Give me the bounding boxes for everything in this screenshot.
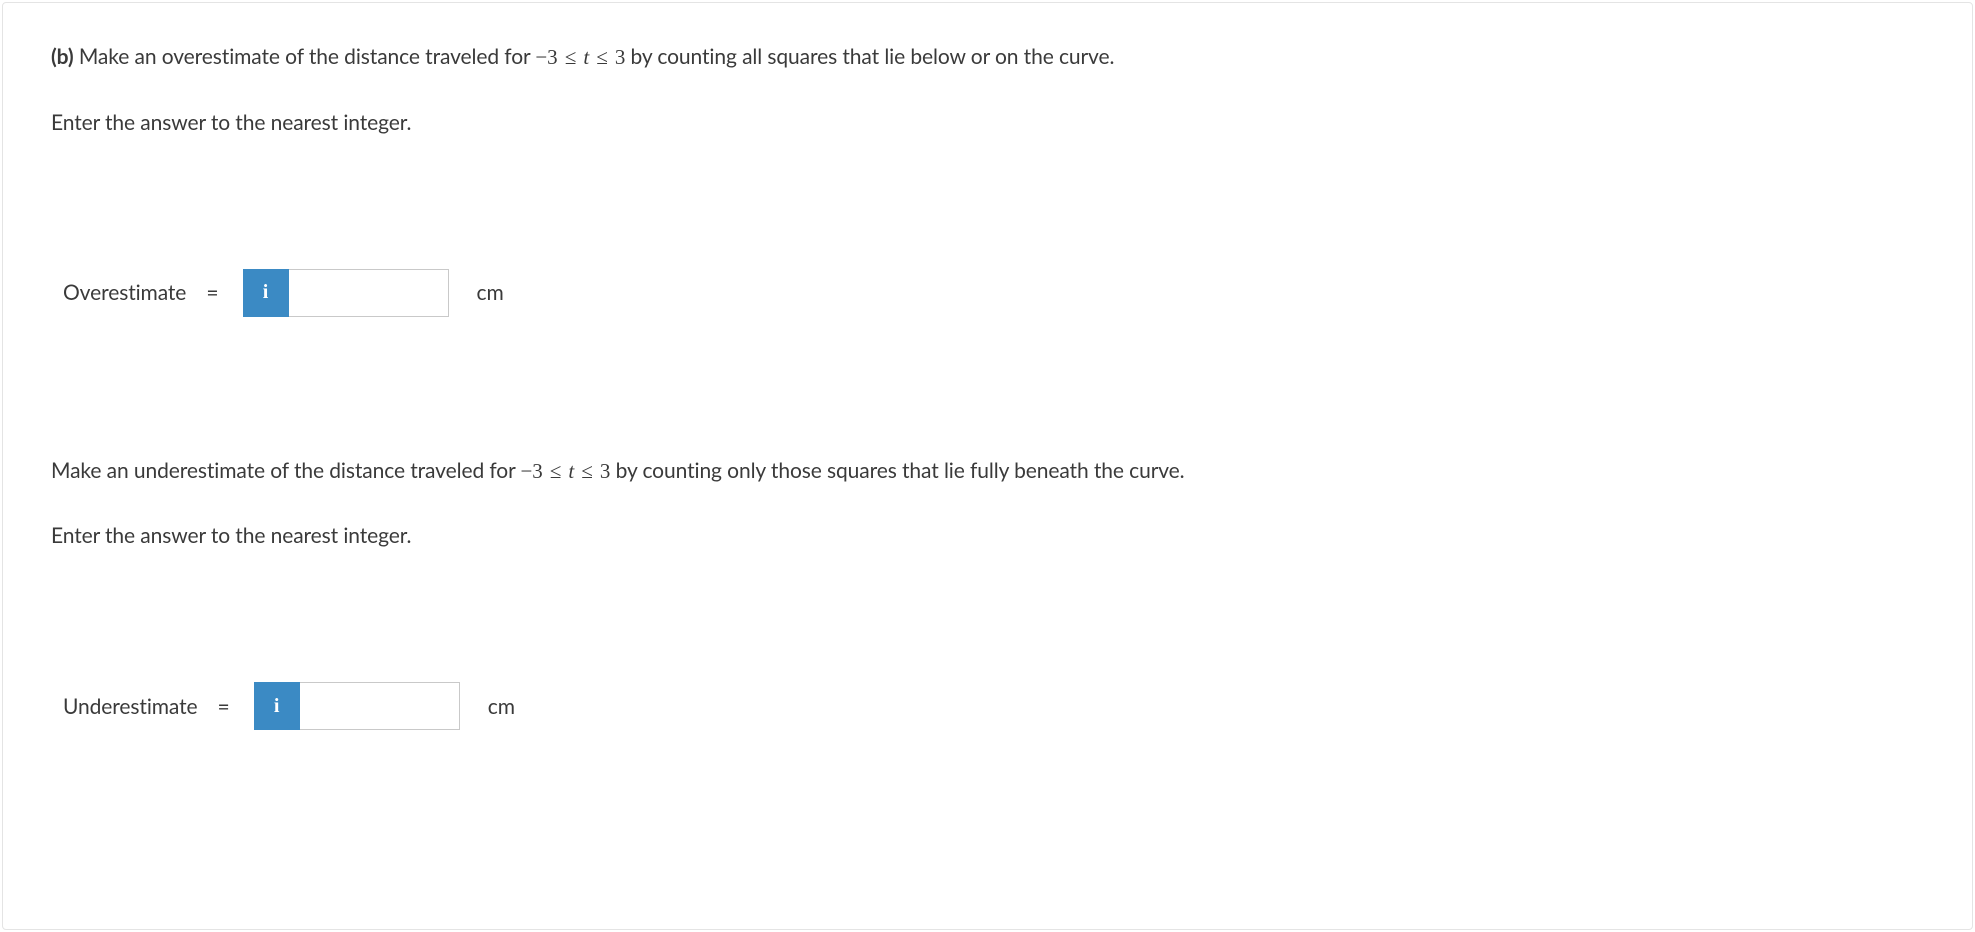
- info-icon[interactable]: i: [254, 682, 300, 730]
- q2-range: −3 ≤ t ≤ 3: [520, 459, 610, 483]
- overestimate-unit: cm: [477, 280, 504, 305]
- q1-hint: Enter the answer to the nearest integer.: [51, 110, 1924, 135]
- info-icon[interactable]: i: [243, 269, 289, 317]
- underestimate-input[interactable]: [300, 682, 460, 730]
- overestimate-input[interactable]: [289, 269, 449, 317]
- question-b-prompt: (b) Make an overestimate of the distance…: [51, 41, 1924, 74]
- q1-prompt-pre: Make an overestimate of the distance tra…: [79, 44, 536, 69]
- q2-prompt: Make an underestimate of the distance tr…: [51, 455, 1924, 488]
- q1-range: −3 ≤ t ≤ 3: [535, 45, 625, 69]
- question-card: (b) Make an overestimate of the distance…: [2, 2, 1973, 930]
- part-label: (b): [51, 44, 74, 69]
- q2-hint: Enter the answer to the nearest integer.: [51, 523, 1924, 548]
- equals-sign: =: [218, 694, 230, 719]
- overestimate-input-wrap: i: [243, 269, 449, 317]
- underestimate-row: Underestimate = i cm: [63, 682, 1924, 730]
- q2-prompt-post: by counting only those squares that lie …: [610, 458, 1184, 483]
- overestimate-row: Overestimate = i cm: [63, 269, 1924, 317]
- underestimate-input-wrap: i: [254, 682, 460, 730]
- underestimate-label: Underestimate: [63, 694, 198, 719]
- equals-sign: =: [206, 280, 218, 305]
- question-underestimate-block: Make an underestimate of the distance tr…: [51, 455, 1924, 731]
- overestimate-label: Overestimate: [63, 280, 186, 305]
- underestimate-unit: cm: [488, 694, 515, 719]
- q2-prompt-pre: Make an underestimate of the distance tr…: [51, 458, 520, 483]
- q1-prompt-post: by counting all squares that lie below o…: [625, 44, 1114, 69]
